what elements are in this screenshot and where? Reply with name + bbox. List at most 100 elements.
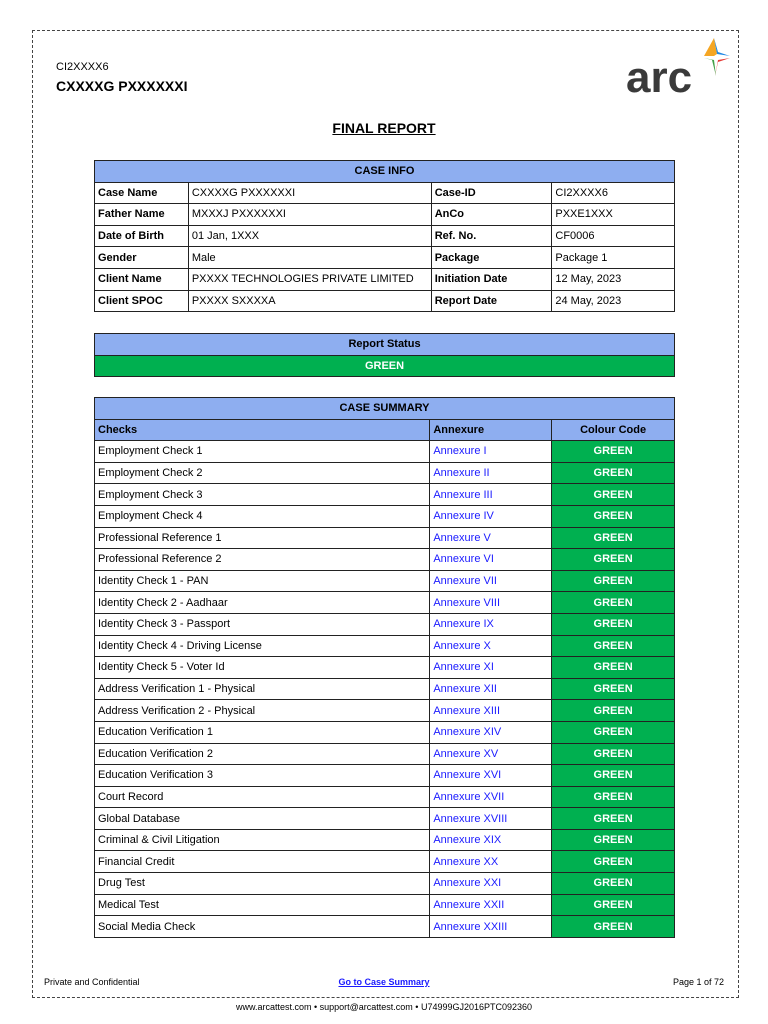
annexure-link[interactable]: Annexure XIX [433,834,501,846]
annexure-link[interactable]: Annexure XIV [433,726,501,738]
colour-code: GREEN [551,807,675,830]
annexure-link[interactable]: Annexure VIII [433,597,500,609]
annexure-link[interactable]: Annexure XII [433,683,497,695]
col-annexure: Annexure [429,418,553,442]
check-name: Criminal & Civil Litigation [93,828,431,852]
annexure-cell: Annexure XIV [429,720,553,744]
table-row: Identity Check 1 - PAN Annexure VII GREEN [93,569,675,593]
check-name: Employment Check 4 [93,504,431,528]
case-info-row: Client Name PXXXX TECHNOLOGIES PRIVATE LI… [94,267,675,291]
table-row: Professional Reference 1 Annexure V GREEN [93,526,675,550]
table-row: Identity Check 5 - Voter Id Annexure XI GR… [93,656,675,679]
annexure-link[interactable]: Annexure VI [433,553,494,565]
table-row: Drug Test Annexure XXI GREEN [93,872,675,895]
table-row: Address Verification 2 - Physical Annexur… [93,699,675,722]
check-name: Identity Check 2 - Aadhaar [93,591,431,614]
annexure-cell: Annexure XIII [429,699,553,722]
colour-code: GREEN [551,785,675,809]
field-value: 01 Jan, 1XXX [187,224,432,248]
check-name: Medical Test [93,893,431,917]
annexure-link[interactable]: Annexure X [433,640,490,652]
check-name: Global Database [93,807,431,830]
colour-code: GREEN [551,915,675,938]
annexure-link[interactable]: Annexure II [433,467,489,479]
check-name: Identity Check 5 - Voter Id [93,656,431,679]
annexure-link[interactable]: Annexure V [433,532,490,544]
field-label: Client SPOC [94,289,189,313]
colour-code: GREEN [551,850,675,874]
case-info-row: Case Name CXXXXG PXXXXXXI Case-ID CI2XXXX6 [94,181,675,205]
case-summary-title: CASE SUMMARY [94,397,675,420]
annexure-link[interactable]: Annexure IX [433,618,494,630]
field-label: Report Date [430,289,553,313]
go-to-case-summary-link[interactable]: Go to Case Summary [338,977,429,987]
page-number: Page 1 of 72 [672,977,724,987]
case-info-title: CASE INFO [94,160,675,183]
colour-code: GREEN [551,720,675,744]
annexure-link[interactable]: Annexure XVIII [433,813,507,825]
case-name-header: CXXXXG PXXXXXXI [56,78,188,94]
annexure-cell: Annexure XXIII [429,915,553,938]
colour-code: GREEN [551,677,675,701]
colour-code: GREEN [551,612,675,636]
field-label: Client Name [94,267,189,291]
field-value: PXXE1XXX [551,203,675,226]
case-info-row: Father Name MXXXJ PXXXXXXI AnCo PXXE1XXX [94,203,675,226]
colour-code: GREEN [551,548,675,571]
table-row: Court Record Annexure XVII GREEN [93,785,675,809]
field-value: PXXXX TECHNOLOGIES PRIVATE LIMITED [187,267,432,291]
table-row: Identity Check 4 - Driving License Annexu… [93,634,675,658]
annexure-cell: Annexure VII [429,569,553,593]
case-info-row: Gender Male Package Package 1 [94,246,675,269]
annexure-cell: Annexure XVIII [429,807,553,830]
annexure-cell: Annexure XVII [429,785,553,809]
case-id-header: CI2XXXX6 [56,61,109,73]
annexure-cell: Annexure V [429,526,553,550]
field-label: Father Name [94,203,189,226]
field-value: MXXXJ PXXXXXXI [187,203,432,226]
company-contact-line: www.arcattest.com • support@arcattest.co… [235,1002,533,1012]
annexure-link[interactable]: Annexure XV [433,748,498,760]
col-colour-code: Colour Code [551,418,675,442]
colour-code: GREEN [551,440,675,463]
table-row: Employment Check 2 Annexure II GREEN [93,461,675,485]
case-summary-table: CASE SUMMARY Checks Annexure Colour Code E… [93,397,675,938]
colour-code: GREEN [551,893,675,917]
colour-code: GREEN [551,764,675,787]
annexure-link[interactable]: Annexure IV [433,510,494,522]
annexure-link[interactable]: Annexure VII [433,575,497,587]
check-name: Identity Check 4 - Driving License [93,634,431,658]
colour-code: GREEN [551,591,675,614]
check-name: Identity Check 3 - Passport [93,612,431,636]
field-value: Package 1 [551,246,675,269]
table-row: Professional Reference 2 Annexure VI GREEN [93,548,675,571]
check-name: Drug Test [93,872,431,895]
annexure-cell: Annexure XII [429,677,553,701]
table-row: Education Verification 1 Annexure XIV GREE… [93,720,675,744]
annexure-link[interactable]: Annexure XVII [433,791,504,803]
annexure-cell: Annexure VI [429,548,553,571]
annexure-link[interactable]: Annexure XVI [433,769,501,781]
colour-code: GREEN [551,656,675,679]
annexure-link[interactable]: Annexure XIII [433,705,500,717]
annexure-link[interactable]: Annexure XXII [433,899,504,911]
check-name: Education Verification 2 [93,742,431,766]
annexure-link[interactable]: Annexure I [433,445,486,457]
field-label: Initiation Date [430,267,553,291]
colour-code: GREEN [551,504,675,528]
field-label: AnCo [430,203,553,226]
annexure-link[interactable]: Annexure XI [433,661,494,673]
colour-code: GREEN [551,872,675,895]
report-status-value: GREEN [94,354,675,378]
field-label: Case Name [94,181,189,205]
report-status-title: Report Status [94,333,675,356]
annexure-link[interactable]: Annexure XXI [433,877,501,889]
annexure-link[interactable]: Annexure XXIII [433,921,507,933]
table-row: Identity Check 2 - Aadhaar Annexure VIII G… [93,591,675,614]
annexure-link[interactable]: Annexure III [433,489,492,501]
annexure-link[interactable]: Annexure XX [433,856,498,868]
field-value: 24 May, 2023 [551,289,675,313]
annexure-cell: Annexure XIX [429,828,553,852]
colour-code: GREEN [551,526,675,550]
colour-code: GREEN [551,742,675,766]
